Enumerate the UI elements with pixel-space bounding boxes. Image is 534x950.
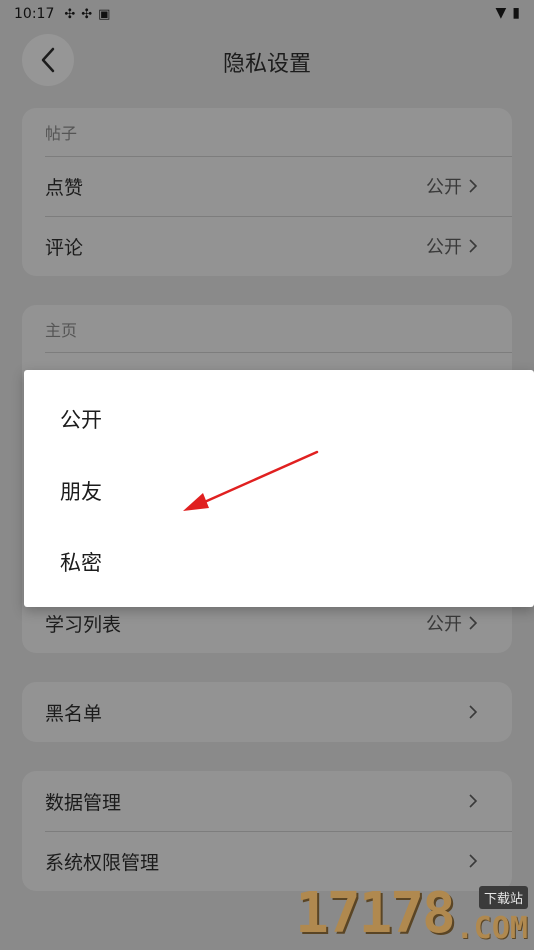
annotation-arrow-icon: [183, 450, 319, 511]
